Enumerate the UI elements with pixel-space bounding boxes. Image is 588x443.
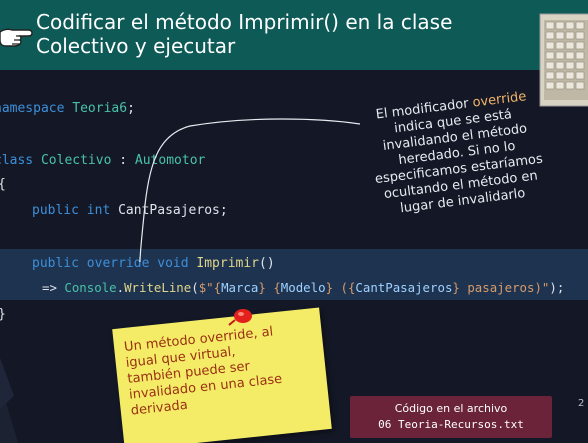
background-triangle-decoration: [0, 357, 19, 443]
code-token: }: [258, 280, 266, 295]
page-number: 2: [578, 398, 585, 409]
code-token: (: [333, 280, 348, 295]
file-reference-caption: Código en el archivo: [394, 402, 508, 415]
code-line-method-body: => Console.WriteLine($"{Marca} {Modelo} …: [42, 279, 564, 297]
code-token: pasajeros)": [459, 280, 550, 295]
code-token: (: [191, 280, 199, 295]
code-token: {: [213, 280, 222, 295]
code-token: class: [0, 153, 34, 168]
code-token: Imprimir: [196, 256, 260, 271]
code-line-class: class Colectivo : Automotor: [0, 152, 205, 170]
slide-title-line1: Codificar el método Imprimir() en la cla…: [36, 10, 453, 34]
pushpin-icon: [228, 309, 252, 326]
code-token: namespace: [0, 101, 65, 116]
code-block: namespace Teoria6; class Colectivo : Aut…: [0, 0, 564, 322]
code-token: );: [549, 280, 565, 295]
slide-title-line2: Colectivo y ejecutar: [36, 34, 236, 58]
code-token: override: [86, 256, 150, 271]
code-line-open-brace: {: [0, 176, 6, 194]
sticky-note: Un método override, al igual que virtual…: [112, 307, 332, 443]
code-token: {: [0, 177, 6, 192]
code-token: }: [0, 307, 6, 322]
slide: Codificar el método Imprimir() en la cla…: [0, 0, 588, 443]
code-token: Marca: [221, 280, 259, 295]
code-token: public: [32, 203, 79, 218]
code-token: ;: [127, 101, 135, 116]
override-annotation: El modificador override indica que se es…: [356, 87, 558, 221]
code-line-property: public int CantPasajeros;: [32, 202, 228, 220]
code-token: Modelo: [280, 280, 326, 295]
code-token: =>: [42, 280, 57, 295]
code-token: Teoria6: [72, 101, 128, 116]
code-token: }: [452, 280, 460, 295]
code-token: Console: [64, 280, 117, 295]
file-reference-box: Código en el archivo 06 Teoria-Recursos.…: [350, 396, 552, 438]
code-token: }: [325, 280, 334, 295]
slide-title: Codificar el método Imprimir() en la cla…: [36, 10, 536, 58]
code-token: (): [259, 256, 275, 271]
code-token: public: [32, 256, 79, 271]
code-token: int: [86, 203, 111, 218]
code-token: ;: [219, 203, 228, 218]
code-token: void: [157, 256, 189, 271]
slide-header: Codificar el método Imprimir() en la cla…: [0, 0, 588, 70]
code-token: CantPasajeros: [118, 203, 220, 218]
code-line-namespace: namespace Teoria6;: [0, 100, 135, 118]
code-token: WriteLine: [124, 280, 192, 295]
sticky-note-text: Un método override, al igual que virtual…: [123, 320, 320, 419]
code-line-close-brace: }: [0, 306, 6, 324]
code-token: Colectivo: [40, 153, 112, 168]
code-token: $": [198, 280, 214, 295]
code-line-method-signature: public override void Imprimir(): [32, 255, 275, 273]
code-token: :: [119, 153, 128, 168]
code-token: {: [273, 280, 281, 295]
code-token: Automotor: [134, 153, 206, 168]
code-token: CantPasajeros: [355, 280, 453, 295]
code-token: .: [116, 280, 125, 295]
file-reference-filename: 06 Teoria-Recursos.txt: [378, 418, 524, 431]
